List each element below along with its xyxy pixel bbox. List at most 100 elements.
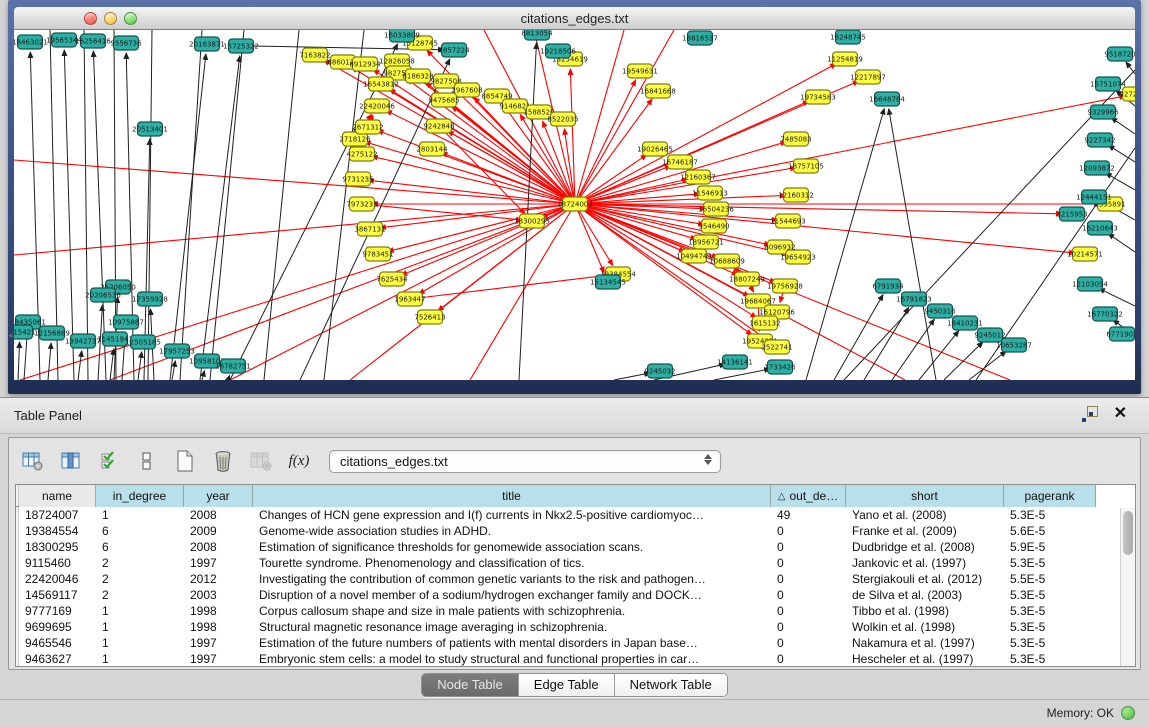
table-row[interactable]: 1872400712008Changes of HCN gene express… <box>16 507 1135 523</box>
cell-in_degree: 2 <box>96 571 184 587</box>
table-row[interactable]: 911546021997Tourette syndrome. Phenomeno… <box>16 555 1135 571</box>
graph-node-label: 19734583 <box>800 93 836 101</box>
cell-in_degree: 2 <box>96 555 184 571</box>
select-columns-icon[interactable] <box>95 447 123 475</box>
cell-year: 1998 <box>184 603 253 619</box>
cell-title: Estimation of the future numbers of pati… <box>253 635 771 651</box>
delete-table-icon[interactable] <box>247 447 275 475</box>
graph-edge <box>1111 118 1135 134</box>
cell-pagerank: 5.3E-5 <box>1004 651 1096 667</box>
graph-edge <box>1106 173 1135 190</box>
graph-edge <box>202 371 204 380</box>
table-row[interactable]: 977716911998Corpus callosum shape and si… <box>16 603 1135 619</box>
graph-edge <box>48 343 51 380</box>
graph-node-label: 9556736 <box>110 39 142 47</box>
table-row[interactable]: 946554611997Estimation of the future num… <box>16 635 1135 651</box>
memory-status-icon[interactable] <box>1121 706 1135 720</box>
graph-node-label: 16791823 <box>896 295 932 303</box>
graph-edge <box>200 56 240 380</box>
graph-node-label: 9242848 <box>423 122 454 130</box>
network-canvas[interactable]: 1872400718300295716382288601288912934128… <box>14 30 1135 380</box>
graph-edge <box>210 30 244 380</box>
graph-node-label: 12103054 <box>1072 280 1108 288</box>
graph-node-label: 16648784 <box>869 95 905 103</box>
cell-short: de Silva et al. (2003) <box>846 587 1004 603</box>
cell-name: 14569117 <box>19 587 96 603</box>
graph-edge <box>228 375 230 380</box>
graph-edge <box>575 204 1062 214</box>
graph-node-label: 6791934 <box>872 282 904 290</box>
graph-node-label: 8912934 <box>349 60 381 68</box>
show-column-icon[interactable] <box>57 447 85 475</box>
graph-node-label: 19756928 <box>767 282 803 290</box>
column-header-label: short <box>911 489 938 503</box>
cell-out_degree: 0 <box>771 539 846 555</box>
tab-node-table[interactable]: Node Table <box>422 674 519 696</box>
cell-pagerank: 5.5E-5 <box>1004 571 1096 587</box>
cell-name: 9465546 <box>19 635 96 651</box>
cell-short: Yano et al. (2008) <box>846 507 1004 523</box>
function-builder-icon[interactable]: f(x) <box>285 447 313 475</box>
graph-edge <box>84 30 88 380</box>
cell-out_degree: 0 <box>771 555 846 571</box>
column-header-label: name <box>42 489 72 503</box>
graph-node-label: 17957253 <box>159 347 195 355</box>
graph-node-label: 18807249 <box>729 275 765 283</box>
column-header-pagerank[interactable]: pagerank <box>1004 485 1096 507</box>
column-header-out_degree[interactable]: △out_de… <box>771 485 846 507</box>
table-row[interactable]: 946362711997Embryonic stem cells: a mode… <box>16 651 1135 667</box>
cell-title: Estimation of significance thresholds fo… <box>253 539 771 555</box>
cell-pagerank: 5.3E-5 <box>1004 635 1096 651</box>
graph-node-label: 16210643 <box>1082 224 1118 232</box>
table-tabs-segment: Node TableEdge TableNetwork Table <box>421 673 728 697</box>
table-row[interactable]: 969969511998Structural magnetic resonanc… <box>16 619 1135 635</box>
tab-edge-table[interactable]: Edge Table <box>519 674 615 696</box>
column-header-name[interactable]: name <box>19 485 96 507</box>
table-row[interactable]: 1456911722003Disruption of a novel membe… <box>16 587 1135 603</box>
float-window-icon[interactable] <box>1082 406 1098 422</box>
create-column-icon[interactable] <box>171 447 199 475</box>
close-panel-icon[interactable]: ✕ <box>1114 406 1127 422</box>
cell-title: Genome-wide association studies in ADHD. <box>253 523 771 539</box>
memory-status-label: Memory: OK <box>1047 706 1114 720</box>
table-tabs-bar: Node TableEdge TableNetwork Table <box>0 673 1149 697</box>
delete-column-icon[interactable] <box>209 447 237 475</box>
column-header-title[interactable]: title <box>253 485 771 507</box>
graph-edge <box>806 109 884 380</box>
graph-edge <box>78 351 82 380</box>
table-row[interactable]: 1938455462009Genome-wide association stu… <box>16 523 1135 539</box>
column-header-short[interactable]: short <box>846 485 1004 507</box>
graph-node-label: 12444151 <box>1076 193 1112 201</box>
window-title: citations_edges.txt <box>14 11 1135 26</box>
panel-collapse-handle-icon[interactable]: ◂ <box>8 330 13 341</box>
network-window-titlebar[interactable]: citations_edges.txt <box>14 7 1135 30</box>
graph-edge <box>1108 234 1135 252</box>
graph-edge <box>575 204 1075 253</box>
rows-icon[interactable] <box>133 447 161 475</box>
cell-in_degree: 1 <box>96 635 184 651</box>
graph-node-label: 16248745 <box>830 33 866 41</box>
graph-node-label: 11254819 <box>827 55 863 63</box>
table-mode-icon[interactable] <box>19 447 47 475</box>
table-row[interactable]: 2242004622012Investigating the contribut… <box>16 571 1135 587</box>
table-select-dropdown[interactable]: citations_edges.txt <box>329 450 721 473</box>
graph-edge <box>18 342 20 380</box>
graph-node-label: 10975887 <box>108 318 144 326</box>
cell-title: Corpus callosum shape and size in male p… <box>253 603 771 619</box>
column-header-label: title <box>502 489 521 503</box>
tab-network-table[interactable]: Network Table <box>615 674 727 696</box>
status-bar: Memory: OK <box>0 699 1149 727</box>
scrollbar-thumb[interactable] <box>1123 511 1133 555</box>
graph-node-label: 12826058 <box>379 57 415 65</box>
column-header-label: year <box>206 489 229 503</box>
cell-in_degree: 1 <box>96 619 184 635</box>
column-header-in_degree[interactable]: in_degree <box>96 485 184 507</box>
graph-node-label: 12160312 <box>778 191 814 199</box>
cell-title: Structural magnetic resonance image aver… <box>253 619 771 635</box>
vertical-scrollbar[interactable] <box>1120 508 1135 666</box>
graph-edge <box>388 204 575 252</box>
graph-edge <box>519 43 536 380</box>
table-row[interactable]: 1830029562008Estimation of significance … <box>16 539 1135 555</box>
column-header-year[interactable]: year <box>184 485 253 507</box>
cell-out_degree: 0 <box>771 523 846 539</box>
